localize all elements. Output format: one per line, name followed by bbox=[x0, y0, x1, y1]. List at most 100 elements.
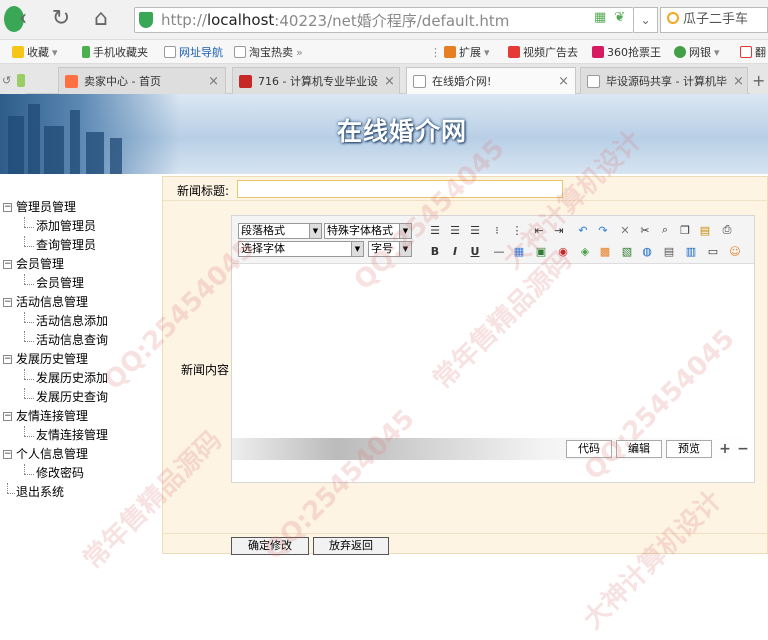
emoticon-icon[interactable]: ☺ bbox=[726, 242, 744, 260]
align-center-icon[interactable]: ☰ bbox=[446, 221, 464, 239]
print-icon[interactable]: ⎙ bbox=[718, 221, 736, 239]
sidebar-item-change-password[interactable]: 修改密码 bbox=[0, 464, 160, 483]
bookmark-video[interactable]: 视频广告去 bbox=[508, 44, 578, 60]
insert-table-icon[interactable]: ▦ bbox=[510, 242, 528, 260]
address-bar[interactable]: http://localhost:40223/net婚介程序/default.h… bbox=[134, 7, 634, 33]
taobao-icon bbox=[65, 74, 78, 88]
bookmark-tickets[interactable]: 360抢票王 bbox=[592, 44, 661, 60]
redo-icon[interactable]: ↷ bbox=[594, 221, 612, 239]
collapse-icon[interactable]: − bbox=[3, 450, 12, 459]
sidebar-group-admin[interactable]: − 管理员管理 bbox=[0, 198, 160, 217]
sidebar-item-add-history[interactable]: 发展历史添加 bbox=[0, 369, 160, 388]
delete-icon[interactable]: ✕ bbox=[616, 221, 634, 239]
bookmark-nav[interactable]: 网址导航 bbox=[164, 44, 223, 60]
sidebar-item-query-history[interactable]: 发展历史查询 bbox=[0, 388, 160, 407]
sidebar-item-add-activity[interactable]: 活动信息添加 bbox=[0, 312, 160, 331]
mode-code-button[interactable]: 代码 bbox=[566, 440, 612, 458]
outdent-icon[interactable]: ⇤ bbox=[530, 221, 548, 239]
close-icon[interactable]: × bbox=[208, 74, 219, 89]
cancel-button[interactable]: 放弃返回 bbox=[313, 537, 389, 555]
sidebar-item-add-admin[interactable]: 添加管理员 bbox=[0, 217, 160, 236]
collapse-icon[interactable]: − bbox=[3, 298, 12, 307]
date-icon[interactable]: ▭ bbox=[704, 242, 722, 260]
collapse-icon[interactable]: − bbox=[3, 355, 12, 364]
close-icon[interactable]: × bbox=[384, 74, 395, 89]
editor-content-area[interactable] bbox=[232, 264, 754, 444]
sidebar-item-member[interactable]: 会员管理 bbox=[0, 274, 160, 293]
tab-seller[interactable]: 卖家中心 - 首页 × bbox=[58, 67, 226, 94]
tab-active[interactable]: 在线婚介网! × bbox=[406, 67, 576, 94]
home-icon[interactable]: ⌂ bbox=[88, 6, 114, 32]
leaf-icon[interactable]: ❦ bbox=[614, 10, 625, 25]
sidebar-item-query-admin[interactable]: 查询管理员 bbox=[0, 236, 160, 255]
text-color-icon[interactable]: ◈ bbox=[576, 242, 594, 260]
special-char-icon[interactable]: ▩ bbox=[596, 242, 614, 260]
new-tab-button[interactable]: + bbox=[750, 67, 768, 94]
bookmark-bank[interactable]: 网银 ▾ bbox=[674, 44, 720, 60]
indent-icon[interactable]: ⇥ bbox=[550, 221, 568, 239]
bookmark-extensions[interactable]: ⋮ 扩展 ▾ bbox=[430, 44, 490, 60]
sidebar-item-logout[interactable]: 退出系统 bbox=[0, 483, 160, 502]
horizontal-rule-icon[interactable]: — bbox=[490, 242, 508, 260]
document-icon[interactable]: ▤ bbox=[660, 242, 678, 260]
mode-preview-button[interactable]: 预览 bbox=[666, 440, 712, 458]
editor-mode-bar: 代码 编辑 预览 + − bbox=[232, 438, 754, 460]
bookmark-taobao[interactable]: 淘宝热卖» bbox=[234, 44, 303, 60]
browser-toolbar: ‹ ↻ ⌂ http://localhost:40223/net婚介程序/def… bbox=[0, 0, 768, 40]
align-left-icon[interactable]: ☰ bbox=[426, 221, 444, 239]
qr-icon[interactable]: ▦ bbox=[594, 10, 606, 25]
sidebar-group-history[interactable]: − 发展历史管理 bbox=[0, 350, 160, 369]
find-icon[interactable]: ⌕ bbox=[656, 221, 674, 239]
shrink-editor-icon[interactable]: − bbox=[734, 440, 752, 458]
close-icon[interactable]: × bbox=[733, 74, 744, 89]
collapse-icon[interactable]: − bbox=[3, 203, 12, 212]
sidebar-group-member[interactable]: − 会员管理 bbox=[0, 255, 160, 274]
expand-editor-icon[interactable]: + bbox=[716, 440, 734, 458]
cut-icon[interactable]: ✂ bbox=[636, 221, 654, 239]
select-value: 特殊字体格式 bbox=[327, 224, 393, 237]
sidebar-group-activity[interactable]: − 活动信息管理 bbox=[0, 293, 160, 312]
collapse-icon[interactable]: − bbox=[3, 412, 12, 421]
align-right-icon[interactable]: ☰ bbox=[466, 221, 484, 239]
close-icon[interactable]: × bbox=[558, 74, 569, 89]
sidebar-group-label: 发展历史管理 bbox=[16, 352, 89, 366]
star-icon bbox=[12, 46, 24, 58]
bookmark-mobile[interactable]: 手机收藏夹 bbox=[82, 44, 148, 60]
address-dropdown[interactable]: ⌄ bbox=[634, 7, 658, 33]
mode-edit-button[interactable]: 编辑 bbox=[616, 440, 662, 458]
link-icon[interactable]: ◍ bbox=[638, 242, 656, 260]
paste-icon[interactable]: ▤ bbox=[696, 221, 714, 239]
bullet-list-icon[interactable]: ⁝ bbox=[488, 221, 506, 239]
sidebar-item-query-activity[interactable]: 活动信息查询 bbox=[0, 331, 160, 350]
copy-icon[interactable]: ❐ bbox=[676, 221, 694, 239]
numbered-list-icon[interactable]: ⋮ bbox=[508, 221, 526, 239]
insert-image-icon[interactable]: ▣ bbox=[532, 242, 550, 260]
bold-icon[interactable]: B bbox=[426, 242, 444, 260]
underline-icon[interactable]: U bbox=[466, 242, 484, 260]
paragraph-format-select[interactable]: 段落格式 ▼ bbox=[238, 223, 322, 239]
undo-icon[interactable]: ↶ bbox=[574, 221, 592, 239]
bookmark-label: 视频广告去 bbox=[523, 46, 578, 59]
bookmark-favorites[interactable]: 收藏 ▾ bbox=[12, 44, 58, 60]
chevron-down-icon: ▼ bbox=[351, 242, 363, 256]
font-size-select[interactable]: 字号 ▼ bbox=[368, 241, 412, 257]
insert-media-icon[interactable]: ◉ bbox=[554, 242, 572, 260]
tab-source[interactable]: 毕设源码共享 - 计算机毕 × bbox=[580, 67, 748, 94]
font-family-select[interactable]: 选择字体 ▼ bbox=[238, 241, 364, 257]
tab-project[interactable]: 716 - 计算机专业毕业设 × bbox=[232, 67, 400, 94]
flash-icon[interactable]: ▧ bbox=[618, 242, 636, 260]
news-title-input[interactable] bbox=[237, 180, 563, 198]
sidebar-group-links[interactable]: − 友情连接管理 bbox=[0, 407, 160, 426]
tab-nav-left[interactable]: ↺ bbox=[0, 67, 26, 94]
refresh-icon[interactable]: ↻ bbox=[48, 6, 74, 32]
collapse-icon[interactable]: − bbox=[3, 260, 12, 269]
submit-button[interactable]: 确定修改 bbox=[231, 537, 309, 555]
bookmark-translate[interactable]: 翻 bbox=[740, 44, 766, 60]
save-icon[interactable]: ▥ bbox=[682, 242, 700, 260]
sidebar-item-links[interactable]: 友情连接管理 bbox=[0, 426, 160, 445]
special-font-select[interactable]: 特殊字体格式 ▼ bbox=[324, 223, 412, 239]
search-box[interactable]: 瓜子二手车 bbox=[660, 7, 768, 33]
italic-icon[interactable]: I bbox=[446, 242, 464, 260]
sidebar-group-profile[interactable]: − 个人信息管理 bbox=[0, 445, 160, 464]
back-icon[interactable]: ‹ bbox=[10, 6, 36, 32]
